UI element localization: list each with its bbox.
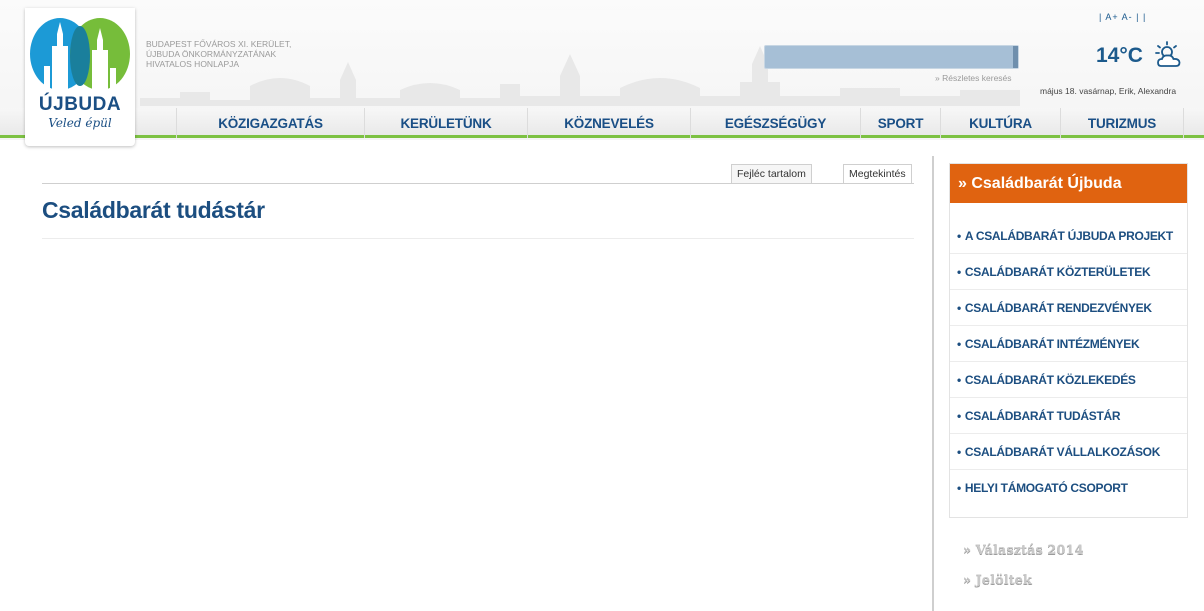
sidebar-item-label: CSALÁDBARÁT INTÉZMÉNYEK <box>964 337 1140 351</box>
sidebar-heading[interactable]: » Családbarát Újbuda <box>950 164 1187 203</box>
sidebar-item-project[interactable]: • A CSALÁDBARÁT ÚJBUDA PROJEKT <box>950 218 1187 254</box>
bullet-icon: • <box>957 229 961 243</box>
tab-header-content[interactable]: Fejléc tartalom <box>731 164 812 183</box>
official-line: ÚJBUDA ÖNKORMÁNYZATÁNAK <box>146 49 277 59</box>
sidebar-item-label: CSALÁDBARÁT RENDEZVÉNYEK <box>964 301 1152 315</box>
site-logo[interactable]: ÚJBUDA Veled épül <box>25 8 135 146</box>
sidebar-menu: » Családbarát Újbuda • A CSALÁDBARÁT ÚJBU… <box>949 163 1188 518</box>
election-2014-link[interactable]: » Választás 2014 <box>963 543 1084 558</box>
sidebar-item-institutions[interactable]: • CSALÁDBARÁT INTÉZMÉNYEK <box>950 326 1187 362</box>
nav-item-egeszsegugy[interactable]: EGÉSZSÉGÜGY <box>690 108 860 138</box>
title-divider <box>42 238 914 239</box>
page-title: Családbarát tudástár <box>42 197 265 223</box>
sidebar-item-transport[interactable]: • CSALÁDBARÁT KÖZLEKEDÉS <box>950 362 1187 398</box>
nav-item-sport[interactable]: SPORT <box>860 108 940 138</box>
advanced-search-link[interactable]: » Részletes keresés <box>935 73 1012 83</box>
sidebar-item-businesses[interactable]: • CSALÁDBARÁT VÁLLALKOZÁSOK <box>950 434 1187 470</box>
main-navigation: KÖZIGAZGATÁS KERÜLETÜNK KÖZNEVELÉS EGÉSZ… <box>0 108 1204 138</box>
sidebar-item-events[interactable]: • CSALÁDBARÁT RENDEZVÉNYEK <box>950 290 1187 326</box>
nav-item-kultura[interactable]: KULTÚRA <box>940 108 1060 138</box>
sidebar-item-label: A CSALÁDBARÁT ÚJBUDA PROJEKT <box>964 229 1173 243</box>
bullet-icon: • <box>957 373 961 387</box>
partly-cloudy-icon <box>1155 41 1181 67</box>
nav-item-keruletunk[interactable]: KERÜLETÜNK <box>364 108 527 138</box>
logo-emblem-icon <box>30 18 130 92</box>
search-button[interactable] <box>1013 46 1018 68</box>
bullet-icon: • <box>957 301 961 315</box>
sidebar-item-support-group[interactable]: • HELYI TÁMOGATÓ CSOPORT <box>950 470 1187 506</box>
nav-item-koznevelés[interactable]: KÖZNEVELÉS <box>527 108 690 138</box>
official-site-caption: BUDAPEST FŐVÁROS XI. KERÜLET, ÚJBUDA ÖNK… <box>146 39 291 69</box>
sidebar-item-label: HELYI TÁMOGATÓ CSOPORT <box>964 481 1128 495</box>
bullet-icon: • <box>957 409 961 423</box>
bullet-icon: • <box>957 445 961 459</box>
sidebar-item-label: CSALÁDBARÁT TUDÁSTÁR <box>964 409 1121 423</box>
official-line: HIVATALOS HONLAPJA <box>146 59 240 69</box>
logo-tagline: Veled épül <box>48 116 112 130</box>
sidebar-item-label: CSALÁDBARÁT KÖZLEKEDÉS <box>964 373 1136 387</box>
bullet-icon: • <box>957 337 961 351</box>
tab-divider <box>42 183 914 184</box>
sidebar-item-label: CSALÁDBARÁT KÖZTERÜLETEK <box>964 265 1151 279</box>
tab-view[interactable]: Megtekintés <box>843 164 912 183</box>
sidebar-separator <box>932 156 934 611</box>
sidebar-item-label: CSALÁDBARÁT VÁLLALKOZÁSOK <box>964 445 1161 459</box>
candidates-link[interactable]: » Jelöltek <box>963 573 1032 588</box>
official-line: BUDAPEST FŐVÁROS XI. KERÜLET, <box>146 39 292 49</box>
nav-item-turizmus[interactable]: TURIZMUS <box>1060 108 1184 138</box>
temperature-readout: 14°C <box>1096 44 1143 67</box>
bullet-icon: • <box>957 265 961 279</box>
sidebar-item-knowledge-base[interactable]: • CSALÁDBARÁT TUDÁSTÁR <box>950 398 1187 434</box>
nav-item-kozigazgatas[interactable]: KÖZIGAZGATÁS <box>176 108 364 138</box>
search-input[interactable] <box>764 45 1019 69</box>
date-nameday-line: május 18. vasárnap, Erik, Alexandra <box>1040 86 1177 96</box>
sidebar-item-public-spaces[interactable]: • CSALÁDBARÁT KÖZTERÜLETEK <box>950 254 1187 290</box>
logo-name: ÚJBUDA <box>38 94 122 115</box>
bullet-icon: • <box>957 481 961 495</box>
font-size-controls[interactable]: | A+ A- | | <box>1099 12 1146 22</box>
